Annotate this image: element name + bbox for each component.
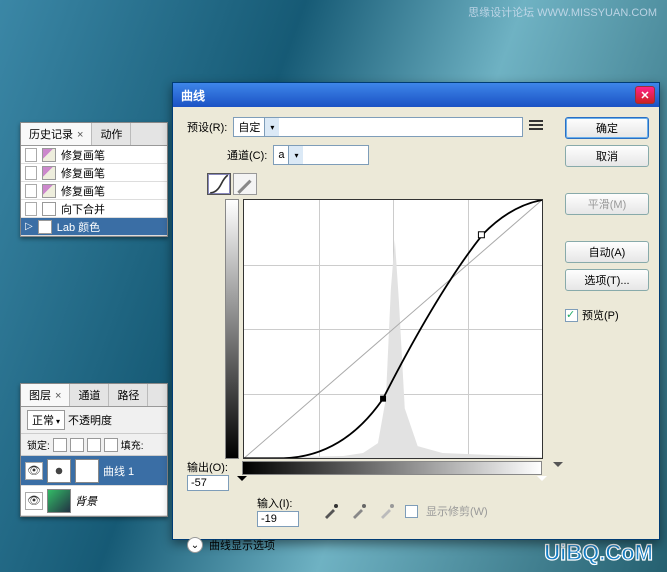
tab-paths[interactable]: 路径 <box>109 384 148 406</box>
history-row[interactable]: 修复画笔 <box>21 182 167 200</box>
preset-select[interactable]: 自定▾ <box>233 117 523 137</box>
healing-brush-icon <box>42 166 56 180</box>
output-gradient <box>225 199 239 459</box>
layer-row-background[interactable]: 👁 背景 <box>21 486 167 516</box>
lock-image-icon[interactable] <box>70 438 84 452</box>
preset-menu-icon[interactable] <box>529 120 545 134</box>
visibility-icon[interactable]: 👁 <box>25 462 43 480</box>
healing-brush-icon <box>42 148 56 162</box>
lock-all-icon[interactable] <box>104 438 118 452</box>
gray-eyedropper-icon[interactable] <box>349 501 369 521</box>
dialog-title: 曲线 <box>181 87 205 104</box>
options-button[interactable]: 选项(T)... <box>565 269 649 291</box>
preset-label: 预设(R): <box>187 119 227 135</box>
layer-mask-thumb[interactable] <box>75 459 99 483</box>
tab-layers[interactable]: 图层× <box>21 384 70 406</box>
channel-select[interactable]: a▾ <box>273 145 369 165</box>
auto-button[interactable]: 自动(A) <box>565 241 649 263</box>
smooth-button: 平滑(M) <box>565 193 649 215</box>
tab-channels[interactable]: 通道 <box>70 384 109 406</box>
layers-panel: 图层× 通道 路径 正常▾ 不透明度 锁定: 填充: 👁 曲线 1 👁 背景 <box>20 383 168 517</box>
channel-label: 通道(C): <box>227 147 267 163</box>
history-row[interactable]: 修复画笔 <box>21 146 167 164</box>
curve-graph[interactable] <box>243 199 543 459</box>
lock-position-icon[interactable] <box>87 438 101 452</box>
lock-label: 锁定: <box>27 437 50 452</box>
curve-tool-button[interactable] <box>207 173 231 195</box>
layer-name: 背景 <box>75 493 97 509</box>
tab-history[interactable]: 历史记录× <box>21 123 92 145</box>
output-input[interactable] <box>187 475 229 491</box>
input-group: 输入(I): <box>257 495 313 527</box>
white-point-slider[interactable] <box>537 476 547 486</box>
preview-checkbox[interactable] <box>565 309 578 322</box>
black-eyedropper-icon[interactable] <box>321 501 341 521</box>
history-row[interactable]: 向下合并 <box>21 200 167 218</box>
history-panel: 历史记录× 动作 修复画笔 修复画笔 修复画笔 向下合并 ▷Lab 颜色 <box>20 122 168 237</box>
display-options-toggle[interactable]: ⌄ <box>187 537 203 553</box>
pencil-tool-button[interactable] <box>233 173 257 195</box>
curves-adjustment-icon <box>47 459 71 483</box>
layer-thumb <box>47 489 71 513</box>
layer-row-curves[interactable]: 👁 曲线 1 <box>21 456 167 486</box>
lab-color-icon <box>38 220 52 234</box>
clip-toggle-icon[interactable] <box>553 462 563 472</box>
preview-label: 预览(P) <box>582 307 619 323</box>
curves-dialog: 曲线 ✕ 预设(R): 自定▾ 通道(C): a▾ <box>172 82 660 540</box>
visibility-icon[interactable]: 👁 <box>25 492 43 510</box>
blend-mode-select[interactable]: 正常▾ <box>27 410 65 430</box>
history-row-current[interactable]: ▷Lab 颜色 <box>21 218 167 236</box>
watermark-top: 思缘设计论坛 WWW.MISSYUAN.COM <box>468 4 657 20</box>
opacity-label: 不透明度 <box>68 412 112 428</box>
tab-actions[interactable]: 动作 <box>92 123 131 145</box>
display-options-label: 曲线显示选项 <box>209 537 275 553</box>
show-clipping-checkbox[interactable] <box>405 505 418 518</box>
white-eyedropper-icon[interactable] <box>377 501 397 521</box>
input-gradient <box>242 461 542 475</box>
close-button[interactable]: ✕ <box>635 86 655 104</box>
layer-name: 曲线 1 <box>103 463 134 479</box>
show-clipping-label: 显示修剪(W) <box>426 503 488 519</box>
fill-label: 填充: <box>121 437 144 452</box>
input-input[interactable] <box>257 511 299 527</box>
ok-button[interactable]: 确定 <box>565 117 649 139</box>
cancel-button[interactable]: 取消 <box>565 145 649 167</box>
titlebar[interactable]: 曲线 ✕ <box>173 83 659 107</box>
lock-transparent-icon[interactable] <box>53 438 67 452</box>
watermark-bottom: UiBQ.CoM <box>544 540 653 566</box>
output-group: 输出(O): <box>187 459 243 491</box>
history-row[interactable]: 修复画笔 <box>21 164 167 182</box>
merge-down-icon <box>42 202 56 216</box>
healing-brush-icon <box>42 184 56 198</box>
